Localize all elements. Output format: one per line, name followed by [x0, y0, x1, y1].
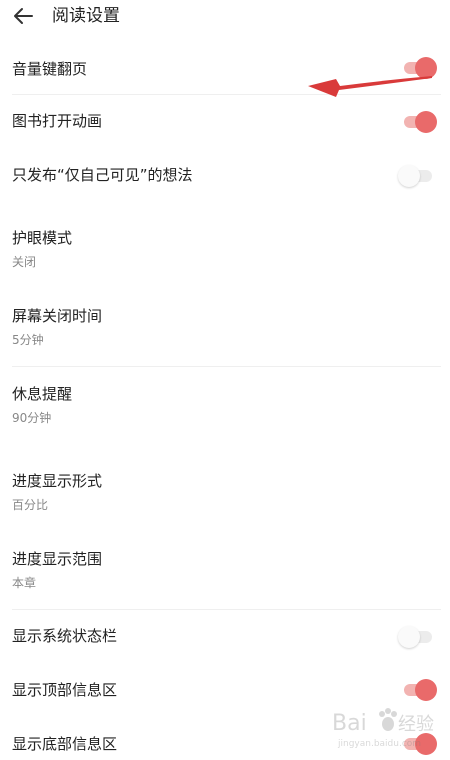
setting-label: 休息提醒 — [12, 385, 73, 403]
setting-value: 5分钟 — [12, 333, 44, 347]
setting-private-thoughts: 只发布“仅自己可见”的想法 — [0, 156, 450, 200]
divider — [12, 609, 441, 610]
setting-progress-range[interactable]: 进度显示范围 本章 — [0, 541, 450, 601]
back-button[interactable] — [10, 4, 38, 28]
setting-label: 进度显示形式 — [12, 472, 103, 490]
setting-show-status-bar: 显示系统状态栏 — [0, 617, 450, 661]
toggle-thumb — [398, 165, 420, 187]
setting-eye-care-mode[interactable]: 护眼模式 关闭 — [0, 220, 450, 280]
setting-label: 只发布“仅自己可见”的想法 — [12, 166, 193, 184]
toggle-thumb — [398, 626, 420, 648]
private-thoughts-toggle[interactable] — [398, 164, 442, 188]
setting-value: 关闭 — [12, 255, 37, 269]
setting-screen-off-time[interactable]: 屏幕关闭时间 5分钟 — [0, 298, 450, 358]
setting-label: 进度显示范围 — [12, 550, 103, 568]
divider — [12, 366, 441, 367]
setting-label: 显示顶部信息区 — [12, 681, 118, 699]
setting-label: 图书打开动画 — [12, 112, 103, 130]
svg-text:Bai: Bai — [332, 711, 367, 736]
setting-label: 显示底部信息区 — [12, 735, 118, 753]
show-top-info-toggle[interactable] — [398, 678, 442, 702]
setting-value: 本章 — [12, 576, 37, 590]
setting-value: 百分比 — [12, 498, 49, 512]
svg-text:jingyan.baidu.com: jingyan.baidu.com — [337, 739, 421, 749]
setting-label: 护眼模式 — [12, 229, 73, 247]
setting-rest-reminder[interactable]: 休息提醒 90分钟 — [0, 376, 450, 436]
app-header: 阅读设置 — [0, 0, 450, 34]
toggle-thumb — [415, 679, 437, 701]
setting-label: 音量键翻页 — [12, 60, 88, 78]
paw-icon: Bai 经验 jingyan.baidu.com — [332, 708, 434, 749]
svg-text:经验: 经验 — [398, 714, 434, 735]
page-title: 阅读设置 — [52, 6, 120, 26]
setting-label: 显示系统状态栏 — [12, 627, 118, 645]
book-open-animation-toggle[interactable] — [398, 110, 442, 134]
setting-progress-format[interactable]: 进度显示形式 百分比 — [0, 463, 450, 523]
setting-book-open-animation: 图书打开动画 — [0, 102, 450, 146]
setting-label: 屏幕关闭时间 — [12, 307, 103, 325]
back-arrow-icon — [14, 8, 33, 24]
toggle-thumb — [415, 111, 437, 133]
annotation-arrow-icon — [308, 76, 432, 97]
setting-value: 90分钟 — [12, 411, 52, 425]
show-status-bar-toggle[interactable] — [398, 625, 442, 649]
watermark-logo: Bai 经验 jingyan.baidu.com — [332, 704, 444, 752]
